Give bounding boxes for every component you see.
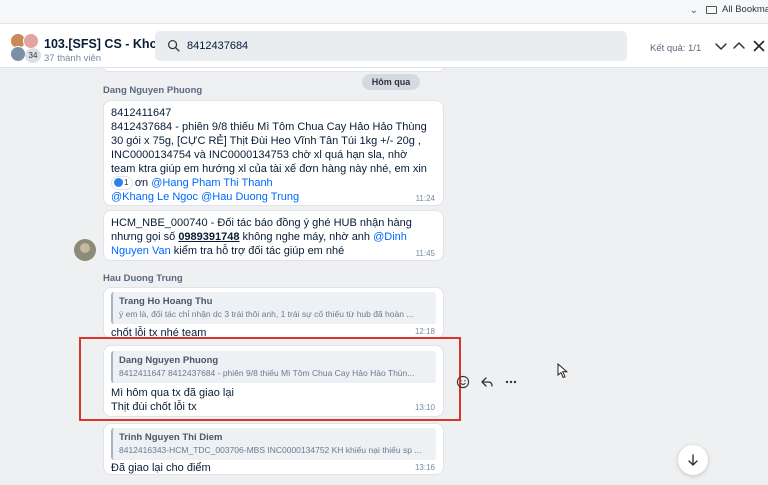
message-time: 11:45 [415, 249, 435, 258]
mention-link[interactable]: @Hau Duong Trung [201, 191, 299, 203]
like-icon [114, 178, 123, 188]
group-avatar[interactable]: 34 [10, 33, 41, 63]
quote-text: 8412416343-HCM_TDC_003706-MBS INC0000134… [119, 445, 422, 455]
message-text: 8412411647 8412437684 - phiên 9/8 thiếu … [111, 106, 433, 204]
quote-text: ý em là, đối tác chỉ nhận dc 3 trái thôi… [119, 309, 414, 319]
message-search-box[interactable] [155, 31, 627, 61]
chat-messages-area[interactable]: Hôm qua Dang Nguyen Phuong 8412411647 84… [0, 68, 768, 485]
chevron-up-icon[interactable] [730, 37, 748, 55]
phone-link[interactable]: 0989391748 [178, 231, 239, 243]
message-text-part: không nghe máy, nhờ anh [239, 231, 374, 243]
close-icon[interactable] [750, 37, 768, 55]
message-body: 8412437684 - phiên 9/8 thiếu Mì Tôm Chua… [111, 120, 433, 204]
all-bookmarks-button[interactable]: All Bookmarks [706, 4, 768, 15]
quoted-message[interactable]: Trinh Nguyen Thi Diem 8412416343-HCM_TDC… [111, 428, 436, 460]
reaction-count: 1 [124, 178, 129, 187]
message-bubble[interactable] [103, 68, 444, 72]
date-separator: Hôm qua [362, 74, 420, 90]
search-input[interactable] [187, 37, 487, 55]
message-bubble[interactable]: Trinh Nguyen Thi Diem 8412416343-HCM_TDC… [103, 423, 444, 475]
member-avatar [10, 46, 26, 62]
search-result-count: Kết quả: 1/1 [650, 43, 702, 54]
more-icon[interactable] [504, 375, 518, 389]
scroll-to-bottom-button[interactable] [678, 445, 708, 475]
all-bookmarks-label: All Bookmarks [722, 4, 768, 15]
quote-sender: Trang Ho Hoang Thu [119, 296, 213, 307]
quoted-message[interactable]: Trang Ho Hoang Thu ý em là, đối tác chỉ … [111, 292, 436, 324]
bookmarks-chevron-icon[interactable]: ⌄ [690, 5, 698, 16]
emoji-icon[interactable] [456, 375, 470, 389]
arrow-down-icon [688, 454, 698, 466]
message-sender[interactable]: Hau Duong Trung [103, 273, 183, 284]
avatar[interactable] [74, 239, 96, 261]
mention-link[interactable]: @Hang Pham Thi Thanh [151, 177, 272, 189]
member-count[interactable]: 37 thành viên [44, 53, 101, 64]
mouse-cursor-icon [557, 363, 569, 379]
message-sender[interactable]: Dang Nguyen Phuong [103, 85, 202, 96]
message-bubble[interactable]: Trang Ho Hoang Thu ý em là, đối tác chỉ … [103, 287, 444, 339]
highlight-box [79, 337, 461, 421]
search-icon [167, 39, 180, 52]
message-text: HCM_NBE_000740 - Đối tác báo đồng ý ghé … [111, 216, 433, 258]
message-text: Đã giao lại cho điểm [111, 462, 211, 474]
mention-link[interactable]: @Khang Le Ngoc [111, 191, 198, 203]
bookmarks-bar: ⌄ All Bookmarks [0, 0, 768, 24]
chevron-down-icon[interactable] [712, 37, 730, 55]
message-time: 13:16 [414, 463, 435, 472]
folder-icon [706, 5, 717, 14]
avatar-count-badge: 34 [25, 48, 41, 63]
conversation-header: 34 103.[SFS] CS - Kho Vận 37 thành viên … [0, 24, 768, 68]
member-avatar [23, 33, 39, 49]
message-line: 8412411647 [111, 107, 172, 119]
message-time: 12:18 [414, 327, 435, 336]
message-text-part: kiểm tra hỗ trợ đối tác giúp em nhé [170, 245, 345, 257]
reaction-badge[interactable]: 1 [111, 176, 133, 190]
message-bubble[interactable]: HCM_NBE_000740 - Đối tác báo đồng ý ghé … [103, 210, 444, 261]
reply-icon[interactable] [480, 375, 494, 389]
message-time: 11:24 [415, 194, 435, 203]
quote-sender: Trinh Nguyen Thi Diem [119, 432, 223, 443]
message-bubble[interactable]: 8412411647 8412437684 - phiên 9/8 thiếu … [103, 100, 444, 206]
